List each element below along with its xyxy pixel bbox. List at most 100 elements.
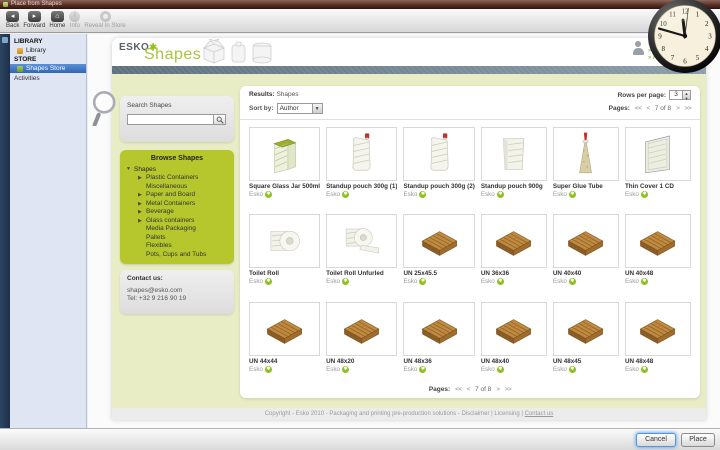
- search-input[interactable]: [127, 114, 213, 125]
- shape-thumbnail[interactable]: [625, 302, 691, 356]
- rows-per-page-stepper[interactable]: 3 ▲▼: [669, 90, 691, 100]
- shape-thumbnail[interactable]: [403, 127, 474, 181]
- shape-thumbnail[interactable]: [403, 214, 474, 268]
- shape-thumbnail[interactable]: [553, 127, 619, 181]
- pallet-art: [493, 305, 534, 353]
- next-page-button[interactable]: >: [496, 386, 499, 393]
- shape-thumbnail[interactable]: [249, 302, 320, 356]
- forward-button[interactable]: ▸Forward: [23, 11, 45, 29]
- shape-card[interactable]: UN 48x48Esko✱: [625, 302, 691, 381]
- chevron-right-icon[interactable]: ▶: [138, 208, 143, 217]
- shape-thumbnail[interactable]: [326, 214, 397, 268]
- search-button[interactable]: [213, 114, 226, 125]
- tree-node-miscellaneous[interactable]: Miscellaneous: [126, 183, 228, 192]
- shape-card[interactable]: UN 48x45Esko✱: [553, 302, 619, 381]
- shape-thumbnail[interactable]: [326, 302, 397, 356]
- shape-thumbnail[interactable]: [249, 127, 320, 181]
- tree-node-pots-cups-and-tubs[interactable]: Pots, Cups and Tubs: [126, 251, 228, 260]
- shape-card[interactable]: UN 48x40Esko✱: [481, 302, 547, 381]
- esko-badge-icon[interactable]: ✱: [342, 191, 349, 198]
- tree-node-pallets[interactable]: Pallets: [126, 234, 228, 243]
- esko-badge-icon[interactable]: ✱: [569, 278, 576, 285]
- shape-thumbnail[interactable]: [625, 214, 691, 268]
- chevron-right-icon[interactable]: ▶: [138, 200, 143, 209]
- shape-thumbnail[interactable]: [403, 302, 474, 356]
- esko-badge-icon[interactable]: ✱: [641, 278, 648, 285]
- stepper-arrows-icon[interactable]: ▲▼: [682, 91, 690, 99]
- shape-card[interactable]: Square Glass Jar 500mlEsko✱: [249, 127, 320, 206]
- shape-card[interactable]: UN 40x40Esko✱: [553, 214, 619, 293]
- tree-node-shapes[interactable]: ▼ Shapes: [126, 166, 228, 173]
- shape-card[interactable]: Toilet Roll UnfurledEsko✱: [326, 214, 397, 293]
- tree-node-glass-containers[interactable]: ▶Glass containers: [126, 217, 228, 226]
- sidebar-item-activities[interactable]: Activities: [10, 73, 86, 84]
- prev-page-button[interactable]: <: [467, 386, 470, 393]
- shape-thumbnail[interactable]: [553, 302, 619, 356]
- shape-card[interactable]: Standup pouch 900gEsko✱: [481, 127, 547, 206]
- tree-node-metal-containers[interactable]: ▶Metal Containers: [126, 200, 228, 209]
- chevron-right-icon[interactable]: ▶: [138, 217, 143, 226]
- chevron-right-icon[interactable]: ▶: [138, 174, 143, 183]
- shape-card[interactable]: UN 40x48Esko✱: [625, 214, 691, 293]
- shape-card[interactable]: Super Glue TubeEsko✱: [553, 127, 619, 206]
- tree-node-beverage[interactable]: ▶Beverage: [126, 208, 228, 217]
- shape-thumbnail[interactable]: [326, 127, 397, 181]
- esko-badge-icon[interactable]: ✱: [497, 366, 504, 373]
- shape-thumbnail[interactable]: [553, 214, 619, 268]
- shape-card[interactable]: UN 36x36Esko✱: [481, 214, 547, 293]
- shape-card[interactable]: Standup pouch 300g (2)Esko✱: [403, 127, 474, 206]
- shape-card[interactable]: Toilet RollEsko✱: [249, 214, 320, 293]
- esko-badge-icon[interactable]: ✱: [419, 278, 426, 285]
- sidebar-item-shapes-store[interactable]: Shapes Store: [10, 64, 86, 73]
- shape-card[interactable]: Thin Cover 1 CDEsko✱: [625, 127, 691, 206]
- esko-badge-icon[interactable]: ✱: [342, 366, 349, 373]
- window-titlebar[interactable]: Place from Shapes: [0, 0, 720, 9]
- esko-badge-icon[interactable]: ✱: [497, 191, 504, 198]
- tree-node-paper-and-board[interactable]: ▶Paper and Board: [126, 191, 228, 200]
- chevron-down-icon[interactable]: ▼: [126, 166, 131, 173]
- chevron-right-icon[interactable]: ▶: [138, 191, 143, 200]
- contact-us-link[interactable]: Contact us: [525, 411, 554, 417]
- esko-badge-icon[interactable]: ✱: [265, 366, 272, 373]
- cancel-button[interactable]: Cancel: [636, 433, 676, 447]
- rail-app-icon[interactable]: [2, 37, 8, 43]
- shape-card[interactable]: UN 48x20Esko✱: [326, 302, 397, 381]
- shape-name: Standup pouch 900g: [481, 183, 547, 190]
- shape-thumbnail[interactable]: [481, 127, 547, 181]
- chevron-down-icon[interactable]: ▼: [312, 104, 322, 113]
- esko-badge-icon[interactable]: ✱: [342, 278, 349, 285]
- shape-card[interactable]: UN 25x45.5Esko✱: [403, 214, 474, 293]
- home-button[interactable]: ⌂Home: [49, 11, 65, 29]
- shape-thumbnail[interactable]: [481, 214, 547, 268]
- esko-badge-icon[interactable]: ✱: [641, 366, 648, 373]
- esko-badge-icon[interactable]: ✱: [265, 191, 272, 198]
- next-page-button[interactable]: >: [676, 105, 679, 112]
- last-page-button[interactable]: >>: [505, 386, 512, 393]
- esko-badge-icon[interactable]: ✱: [497, 278, 504, 285]
- back-button[interactable]: ◂Back: [6, 11, 19, 29]
- shape-thumbnail[interactable]: [249, 214, 320, 268]
- shape-card[interactable]: UN 44x44Esko✱: [249, 302, 320, 381]
- shape-card[interactable]: Standup pouch 300g (1)Esko✱: [326, 127, 397, 206]
- tree-node-plastic-containers[interactable]: ▶Plastic Containers: [126, 174, 228, 183]
- shape-name: UN 48x48: [625, 358, 691, 365]
- last-page-button[interactable]: >>: [684, 105, 691, 112]
- shape-thumbnail[interactable]: [481, 302, 547, 356]
- first-page-button[interactable]: <<: [455, 386, 462, 393]
- sort-select[interactable]: Author ▼: [277, 103, 323, 114]
- shape-thumbnail[interactable]: [625, 127, 691, 181]
- place-button[interactable]: Place: [681, 433, 715, 447]
- esko-badge-icon[interactable]: ✱: [569, 191, 576, 198]
- tree-node-flexibles[interactable]: Flexibles: [126, 242, 228, 251]
- shape-card[interactable]: UN 48x36Esko✱: [403, 302, 474, 381]
- esko-badge-icon[interactable]: ✱: [265, 278, 272, 285]
- sidebar-item-library[interactable]: Library: [10, 46, 86, 55]
- esko-badge-icon[interactable]: ✱: [641, 191, 648, 198]
- esko-badge-icon[interactable]: ✱: [419, 366, 426, 373]
- esko-badge-icon[interactable]: ✱: [569, 366, 576, 373]
- contact-email[interactable]: shapes@esko.com: [127, 287, 227, 295]
- prev-page-button[interactable]: <: [647, 105, 650, 112]
- tree-node-media-packaging[interactable]: Media Packaging: [126, 225, 228, 234]
- first-page-button[interactable]: <<: [635, 105, 642, 112]
- esko-badge-icon[interactable]: ✱: [419, 191, 426, 198]
